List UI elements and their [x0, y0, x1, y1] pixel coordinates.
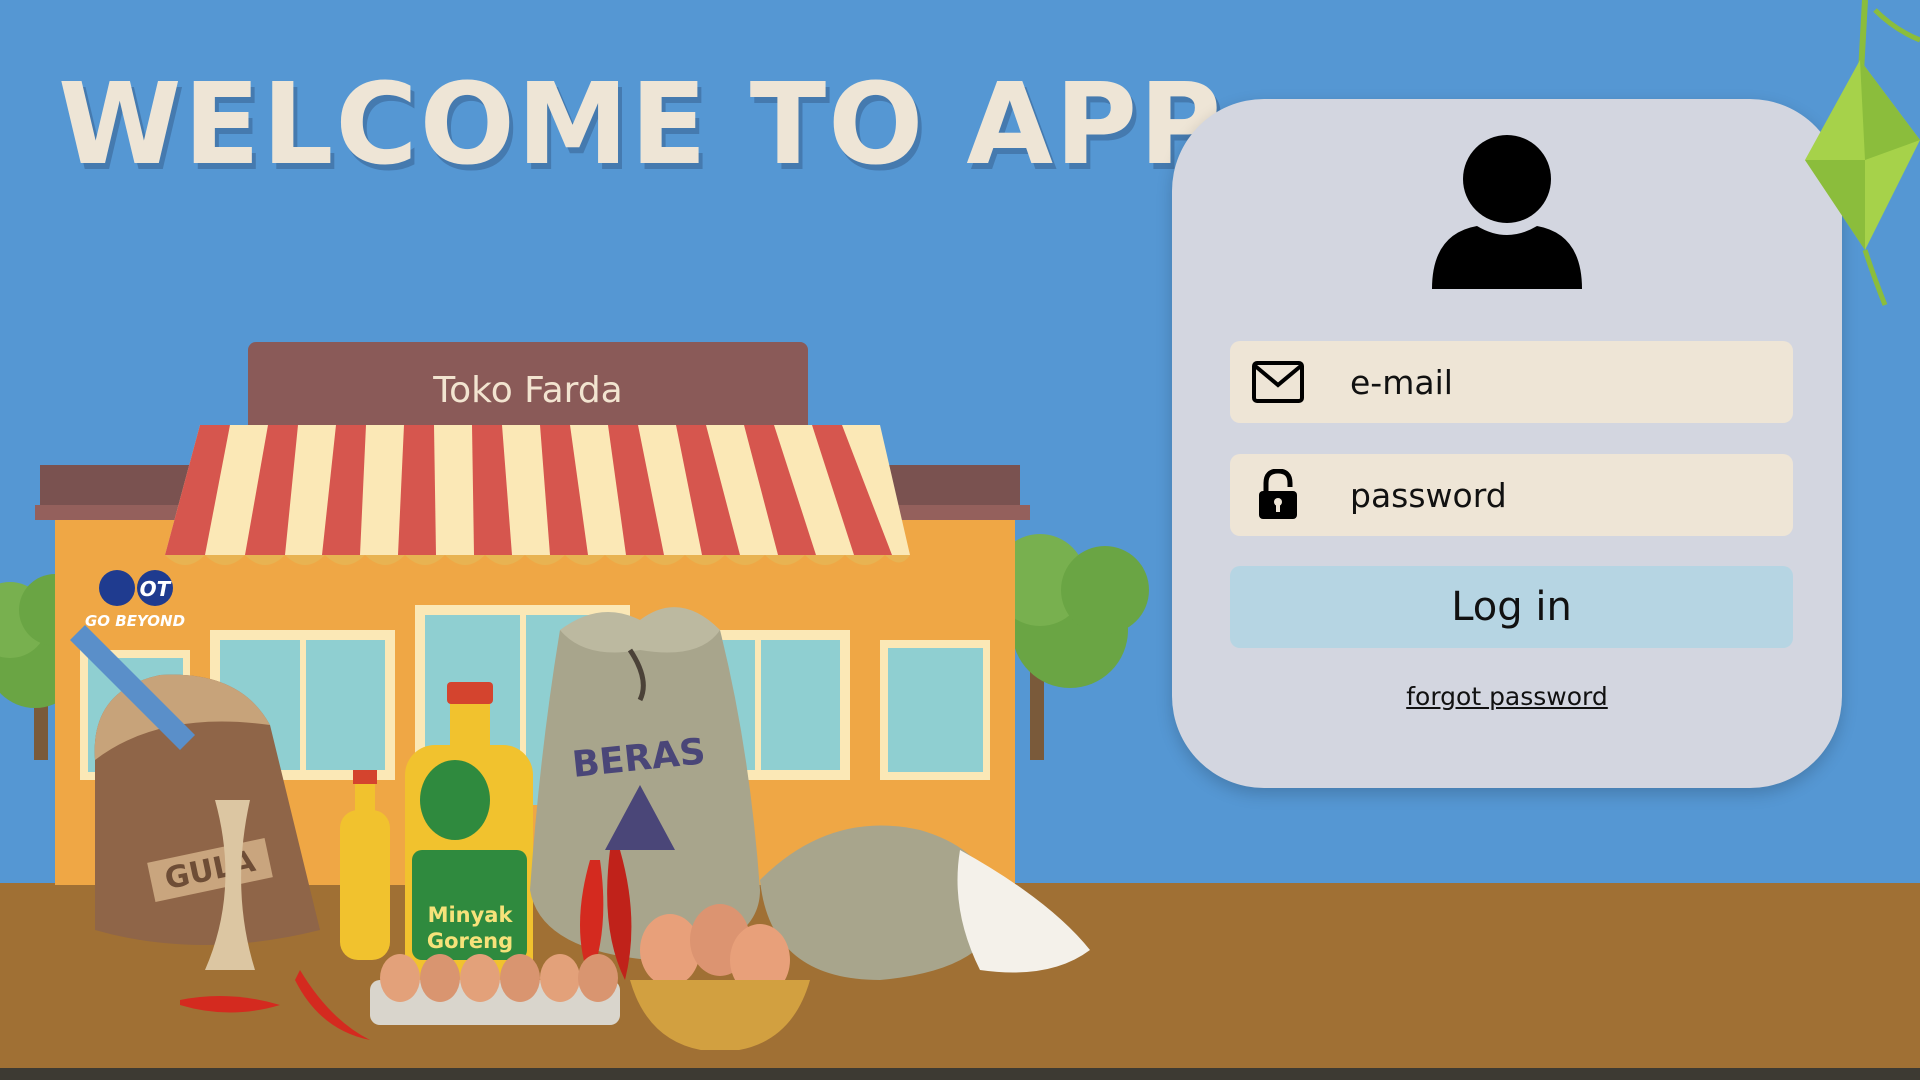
svg-text:OT: OT — [140, 577, 172, 601]
email-field — [1230, 341, 1793, 423]
right-tree — [994, 534, 1149, 760]
login-button[interactable]: Log in — [1230, 566, 1793, 648]
ground-edge — [0, 1068, 1920, 1080]
envelope-icon — [1250, 354, 1306, 410]
login-card: Log in forgot password — [1172, 99, 1842, 788]
page-title: WELCOME TO APP — [58, 60, 1224, 190]
padlock-icon — [1250, 467, 1306, 523]
forgot-password-link[interactable]: forgot password — [1172, 682, 1842, 711]
welcome-screen: WELCOME TO APP Toko Farda OT GO BEYOND G… — [0, 0, 1920, 1080]
egg-tray — [370, 954, 620, 1025]
striped-awning — [165, 425, 910, 565]
svg-text:Goreng: Goreng — [427, 929, 513, 953]
svg-text:GO BEYOND: GO BEYOND — [85, 612, 185, 630]
store-illustration: Toko Farda OT GO BEYOND GULA Minyak Gore… — [0, 342, 1149, 1050]
password-field — [1230, 454, 1793, 536]
user-silhouette-icon — [1432, 135, 1582, 289]
svg-text:Minyak: Minyak — [428, 903, 514, 927]
ketupat-icon — [1805, 0, 1920, 306]
store-sign: Toko Farda — [248, 342, 808, 437]
flour-sack — [760, 825, 1090, 980]
password-input[interactable] — [1350, 465, 1770, 525]
email-input[interactable] — [1350, 352, 1770, 412]
store-sign-text: Toko Farda — [432, 370, 622, 411]
